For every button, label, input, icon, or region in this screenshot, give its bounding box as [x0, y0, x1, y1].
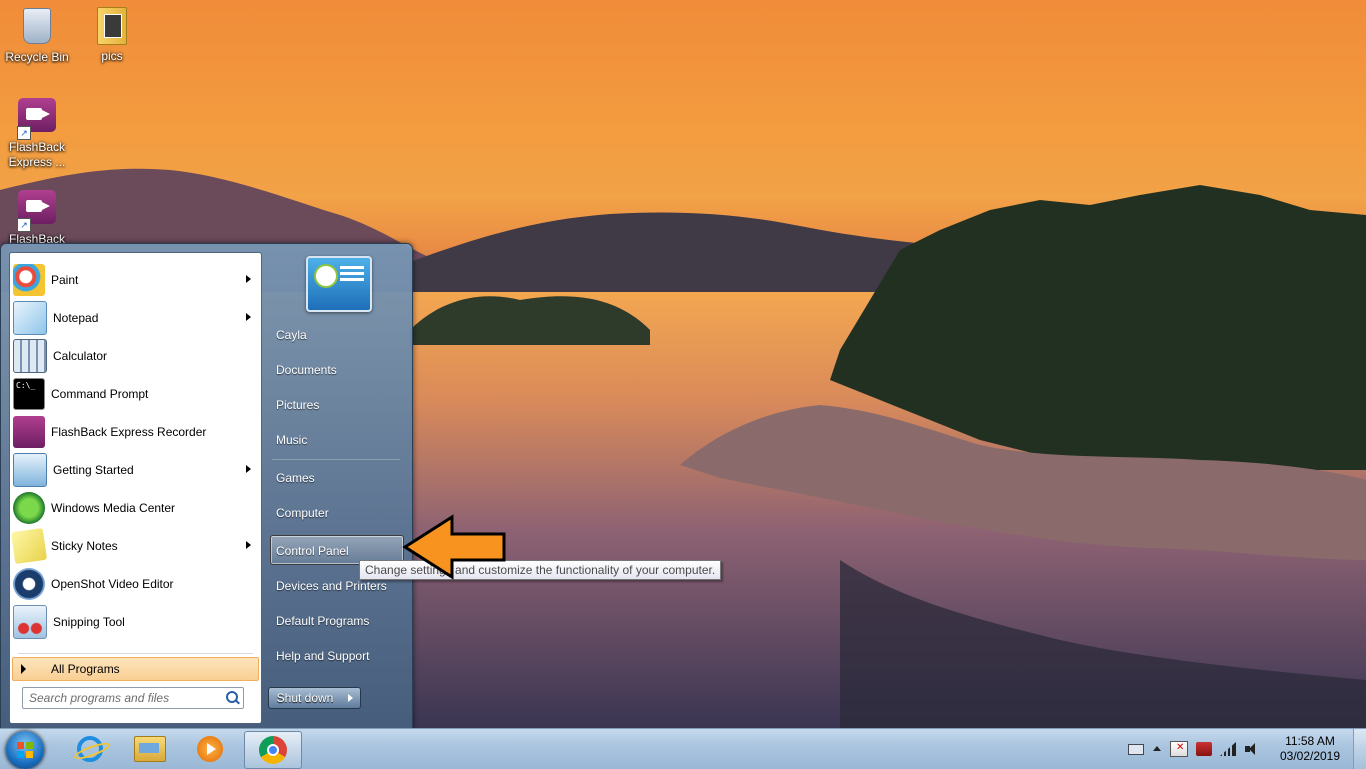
program-label: Command Prompt [51, 387, 149, 401]
places-item-control-panel[interactable]: Control Panel [276, 544, 349, 558]
divider [272, 459, 400, 460]
user-picture[interactable] [306, 256, 372, 312]
all-programs-label: All Programs [51, 662, 120, 676]
chrome-icon [259, 736, 287, 764]
sticky-notes-icon [10, 527, 48, 565]
program-item-snipping-tool[interactable]: Snipping Tool [13, 604, 259, 640]
all-programs-button[interactable]: All Programs [12, 657, 259, 681]
program-label: Sticky Notes [51, 539, 118, 553]
places-item-documents[interactable]: Documents [276, 363, 337, 377]
submenu-arrow-icon[interactable] [246, 313, 251, 321]
program-item-calculator[interactable]: Calculator [13, 338, 259, 374]
places-item-default-programs[interactable]: Default Programs [276, 614, 369, 628]
shutdown-button[interactable]: Shut down [268, 687, 342, 709]
places-item-games[interactable]: Games [276, 471, 315, 485]
notification-area: 11:58 AM 03/02/2019 [1124, 729, 1350, 769]
program-item-flashback-recorder[interactable]: FlashBack Express Recorder [13, 414, 259, 450]
taskbar-media-player[interactable] [182, 731, 238, 767]
places-item-computer[interactable]: Computer [276, 506, 329, 520]
keyboard-icon[interactable] [1128, 743, 1144, 755]
clock[interactable]: 11:58 AM 03/02/2019 [1270, 734, 1350, 764]
desktop-icon-flashback-express[interactable]: ↗ FlashBack Express ... [1, 96, 73, 170]
orange-pointer-arrow-icon [402, 514, 506, 580]
places-item-music[interactable]: Music [276, 433, 307, 447]
clock-time: 11:58 AM [1285, 734, 1335, 748]
taskbar-windows-explorer[interactable] [122, 731, 178, 767]
start-button[interactable] [6, 731, 44, 769]
program-item-openshot[interactable]: OpenShot Video Editor [13, 566, 259, 602]
calculator-icon [13, 339, 47, 373]
volume-icon[interactable] [1244, 742, 1260, 756]
media-center-icon [13, 492, 45, 524]
places-item-help-support[interactable]: Help and Support [276, 649, 369, 663]
program-label: Windows Media Center [51, 501, 176, 515]
desktop-icon-label: FlashBack Express ... [8, 140, 66, 169]
program-label: Getting Started [53, 463, 134, 477]
start-menu: Paint Notepad Calculator C:\_ Command Pr… [0, 243, 413, 731]
gauge-icon [314, 264, 338, 288]
places-item-devices-printers[interactable]: Devices and Printers [276, 579, 387, 593]
program-label: Snipping Tool [53, 615, 125, 629]
submenu-arrow-icon[interactable] [246, 541, 251, 549]
desktop-icon-label: Recycle Bin [5, 50, 69, 64]
program-label: Notepad [53, 311, 99, 325]
openshot-icon [13, 568, 45, 600]
program-label: Calculator [53, 349, 108, 363]
flashback-recorder-icon [13, 416, 45, 448]
places-item-pictures[interactable]: Pictures [276, 398, 319, 412]
show-desktop-button[interactable] [1353, 729, 1366, 769]
program-item-getting-started[interactable]: Getting Started [13, 452, 259, 488]
search-placeholder: Search programs and files [29, 691, 170, 705]
program-item-paint[interactable]: Paint [13, 262, 259, 298]
windows-explorer-icon [134, 736, 166, 762]
desktop-icon-recycle-bin[interactable]: Recycle Bin [1, 5, 73, 65]
submenu-arrow-icon[interactable] [246, 465, 251, 473]
desktop-icon-pics[interactable]: pics [76, 5, 148, 64]
places-pane: Cayla Documents Pictures Music Games Com… [260, 244, 410, 730]
flashback-recorder-icon: ↗ [17, 190, 57, 232]
show-hidden-icons-button[interactable] [1152, 742, 1162, 756]
programs-pane: Paint Notepad Calculator C:\_ Command Pr… [9, 252, 262, 724]
recycle-bin-icon [17, 8, 57, 48]
program-item-command-prompt[interactable]: C:\_ Command Prompt [13, 376, 259, 412]
desktop-icon-label: pics [101, 49, 123, 63]
taskbar-chrome[interactable] [244, 731, 302, 769]
program-item-notepad[interactable]: Notepad [13, 300, 259, 336]
notepad-icon [13, 301, 47, 335]
submenu-arrow-icon[interactable] [246, 275, 251, 283]
folder-icon [92, 7, 132, 47]
places-item-user[interactable]: Cayla [276, 328, 307, 342]
divider [18, 653, 253, 654]
search-input[interactable]: Search programs and files [22, 687, 244, 709]
program-item-media-center[interactable]: Windows Media Center [13, 490, 259, 526]
shutdown-options-button[interactable] [340, 687, 361, 709]
taskbar-internet-explorer[interactable] [62, 731, 118, 767]
internet-explorer-icon [77, 736, 103, 762]
clock-date: 03/02/2019 [1279, 749, 1341, 763]
windows-logo-icon [17, 742, 33, 758]
taskbar: 11:58 AM 03/02/2019 [0, 728, 1366, 769]
recorder-tray-icon[interactable] [1196, 742, 1212, 756]
list-icon [340, 266, 364, 284]
action-center-icon[interactable] [1170, 741, 1188, 757]
program-label: OpenShot Video Editor [51, 577, 174, 591]
flashback-player-icon: ↗ [17, 98, 57, 140]
search-icon[interactable] [226, 691, 238, 703]
expand-arrow-icon [21, 664, 26, 674]
command-prompt-icon: C:\_ [13, 378, 45, 410]
program-item-sticky-notes[interactable]: Sticky Notes [10, 527, 259, 565]
program-label: Paint [51, 273, 79, 287]
program-label: FlashBack Express Recorder [51, 425, 207, 439]
network-signal-icon[interactable] [1220, 742, 1236, 756]
snipping-tool-icon [13, 605, 47, 639]
getting-started-icon [13, 453, 47, 487]
media-player-icon [197, 736, 223, 762]
desktop-icon-flashback[interactable]: ↗ FlashBack [1, 188, 73, 247]
paint-icon [13, 264, 45, 296]
